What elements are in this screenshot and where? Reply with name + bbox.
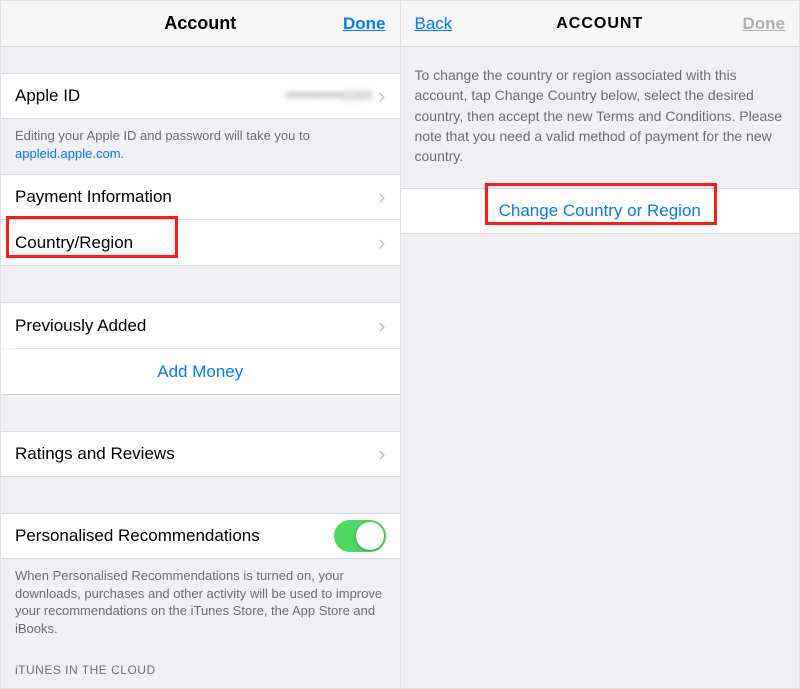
- account-screen: Account Done Apple ID ••••••••••com › Ed…: [1, 1, 401, 688]
- change-country-region-button[interactable]: Change Country or Region: [401, 188, 800, 234]
- personalised-recs-toggle[interactable]: [334, 520, 386, 552]
- apple-id-note: Editing your Apple ID and password will …: [1, 119, 400, 174]
- country-region-row[interactable]: Country/Region ›: [1, 220, 400, 266]
- chevron-right-icon: ›: [378, 85, 385, 107]
- apple-id-label: Apple ID: [15, 86, 286, 106]
- payment-information-row[interactable]: Payment Information ›: [1, 174, 400, 220]
- change-country-description: To change the country or region associat…: [401, 47, 800, 188]
- chevron-right-icon: ›: [378, 232, 385, 254]
- navbar-left: Account Done: [1, 1, 400, 47]
- account-country-screen: Back ACCOUNT Done To change the country …: [401, 1, 800, 688]
- ratings-reviews-row[interactable]: Ratings and Reviews ›: [1, 431, 400, 477]
- add-money-button[interactable]: Add Money: [1, 349, 400, 395]
- navbar-right: Back ACCOUNT Done: [401, 1, 800, 47]
- apple-id-value: ••••••••••com: [286, 87, 372, 105]
- appleid-link[interactable]: appleid.apple.com: [15, 146, 121, 161]
- apple-id-row[interactable]: Apple ID ••••••••••com ›: [1, 73, 400, 119]
- chevron-right-icon: ›: [378, 443, 385, 465]
- personalised-recs-row: Personalised Recommendations: [1, 513, 400, 559]
- itunes-cloud-header: iTUNES IN THE CLOUD: [1, 649, 400, 683]
- done-button[interactable]: Done: [343, 14, 386, 33]
- done-button-disabled: Done: [743, 14, 786, 33]
- back-button[interactable]: Back: [415, 14, 453, 33]
- nav-title: ACCOUNT: [556, 15, 643, 33]
- chevron-right-icon: ›: [378, 315, 385, 337]
- nav-title: Account: [164, 13, 236, 34]
- personalised-recs-note: When Personalised Recommendations is tur…: [1, 559, 400, 649]
- previously-added-row[interactable]: Previously Added ›: [1, 302, 400, 348]
- chevron-right-icon: ›: [378, 186, 385, 208]
